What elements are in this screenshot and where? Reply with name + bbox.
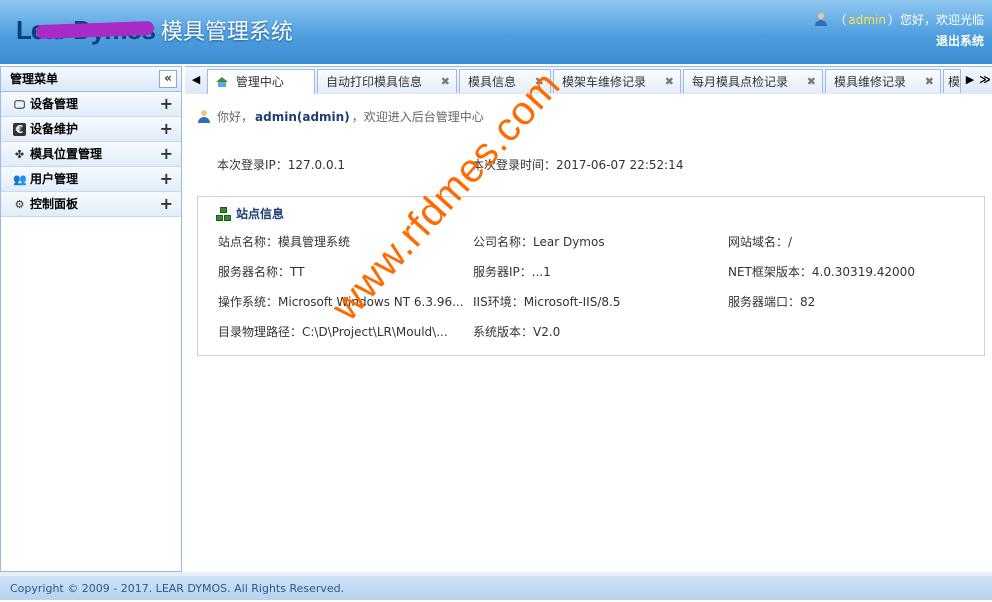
sidebar-title: 管理菜单: [10, 72, 59, 86]
leaf-icon: ✤: [14, 147, 25, 161]
app-title: 模具管理系统: [160, 20, 293, 45]
welcome-user: admin(admin): [255, 109, 350, 124]
system-version: 系统版本：V2.0: [473, 325, 561, 339]
scroll-left-icon[interactable]: ◀: [187, 67, 205, 94]
welcome-message: 你好， admin(admin) ，欢迎进入后台管理中心: [197, 108, 484, 125]
server-ip: 服务器IP：...1: [473, 265, 551, 279]
expand-icon[interactable]: +: [160, 92, 173, 116]
gear-icon: ⚙: [14, 197, 25, 211]
tab-partial[interactable]: 模: [943, 69, 961, 93]
expand-icon[interactable]: +: [160, 117, 173, 141]
expand-icon[interactable]: +: [160, 192, 173, 216]
physical-path: 目录物理路径：C:\D\Project\LR\Mould\...: [218, 325, 448, 339]
users-icon: 👥: [13, 172, 27, 186]
logo-mark: Lear Dymos: [16, 15, 156, 46]
expand-icon[interactable]: +: [160, 142, 173, 166]
site-domain: 网站域名：/: [728, 235, 793, 249]
tab-monthly-check[interactable]: 每月模具点检记录 ✖: [683, 69, 823, 93]
operating-system: 操作系统：Microsoft Windows NT 6.3.96...: [218, 295, 463, 309]
user-icon: [197, 109, 211, 124]
sidebar-item-label: 设备维护: [30, 122, 79, 136]
euro-icon: €: [13, 122, 26, 136]
net-version: NET框架版本：4.0.30319.42000: [728, 265, 915, 279]
login-time: 本次登录时间：2017-06-07 22:52:14: [472, 158, 684, 172]
sidebar-item-user-management[interactable]: 👥 用户管理 +: [1, 167, 181, 192]
tab-bar: ◀ 管理中心 自动打印模具信息 ✖ 模具信息 ✖ 模架车维修记录 ✖ 每月模具点…: [185, 66, 992, 95]
sidebar-item-device-management[interactable]: 🖵 设备管理 +: [1, 92, 181, 117]
monitor-icon: 🖵: [14, 97, 25, 111]
close-icon[interactable]: ✖: [441, 70, 450, 94]
copyright: Copyright © 2009 - 2017. LEAR DYMOS. All…: [10, 582, 345, 595]
site-name: 站点名称：模具管理系统: [218, 235, 351, 249]
expand-icon[interactable]: +: [160, 167, 173, 191]
iis-environment: IIS环境：Microsoft-IIS/8.5: [473, 295, 621, 309]
user-icon: [814, 12, 828, 27]
home-icon: [216, 77, 228, 87]
sidebar-item-label: 控制面板: [30, 197, 79, 211]
network-icon: [216, 207, 231, 221]
footer: Copyright © 2009 - 2017. LEAR DYMOS. All…: [0, 576, 992, 600]
tab-mould-info[interactable]: 模具信息 ✖: [459, 69, 551, 93]
collapse-icon[interactable]: «: [159, 70, 177, 88]
sidebar-item-device-maintenance[interactable]: € 设备维护 +: [1, 117, 181, 142]
login-ip: 本次登录IP：127.0.0.1: [217, 158, 346, 172]
header: Lear Dymos 模具管理系统 （ admin ）您好，欢迎光临 退出系统: [0, 0, 992, 64]
close-icon[interactable]: ✖: [535, 70, 544, 94]
close-icon[interactable]: ✖: [925, 70, 934, 94]
main-content: 你好， admin(admin) ，欢迎进入后台管理中心 本次登录IP：127.…: [185, 94, 992, 571]
sidebar-item-mould-location[interactable]: ✤ 模具位置管理 +: [1, 142, 181, 167]
user-name: admin: [848, 12, 886, 27]
sidebar-header: 管理菜单 «: [1, 66, 181, 92]
logo: Lear Dymos 模具管理系统: [16, 10, 293, 50]
tab-admin-center[interactable]: 管理中心: [207, 69, 315, 95]
user-greeting: （ admin ）您好，欢迎光临: [814, 11, 984, 28]
tab-auto-print[interactable]: 自动打印模具信息 ✖: [317, 69, 457, 93]
tab-mould-repair[interactable]: 模具维修记录 ✖: [825, 69, 941, 93]
sidebar: 管理菜单 « 🖵 设备管理 + € 设备维护 + ✤ 模具位置管理 + 👥 用户…: [0, 66, 182, 572]
close-icon[interactable]: ✖: [665, 70, 674, 94]
company-name: 公司名称：Lear Dymos: [473, 235, 605, 249]
tab-menu-icon[interactable]: ≫: [976, 67, 992, 94]
server-name: 服务器名称：TT: [218, 265, 305, 279]
site-info-panel: 站点信息 站点名称：模具管理系统 公司名称：Lear Dymos 网站域名：/ …: [197, 196, 985, 356]
close-icon[interactable]: ✖: [807, 70, 816, 94]
sidebar-item-control-panel[interactable]: ⚙ 控制面板 +: [1, 192, 181, 217]
tab-cart-repair[interactable]: 模架车维修记录 ✖: [553, 69, 681, 93]
server-port: 服务器端口：82: [728, 295, 816, 309]
site-info-title: 站点信息: [216, 205, 284, 222]
sidebar-item-label: 用户管理: [30, 172, 79, 186]
logout-link[interactable]: 退出系统: [936, 32, 984, 49]
sidebar-item-label: 设备管理: [30, 97, 79, 111]
sidebar-item-label: 模具位置管理: [30, 147, 103, 161]
